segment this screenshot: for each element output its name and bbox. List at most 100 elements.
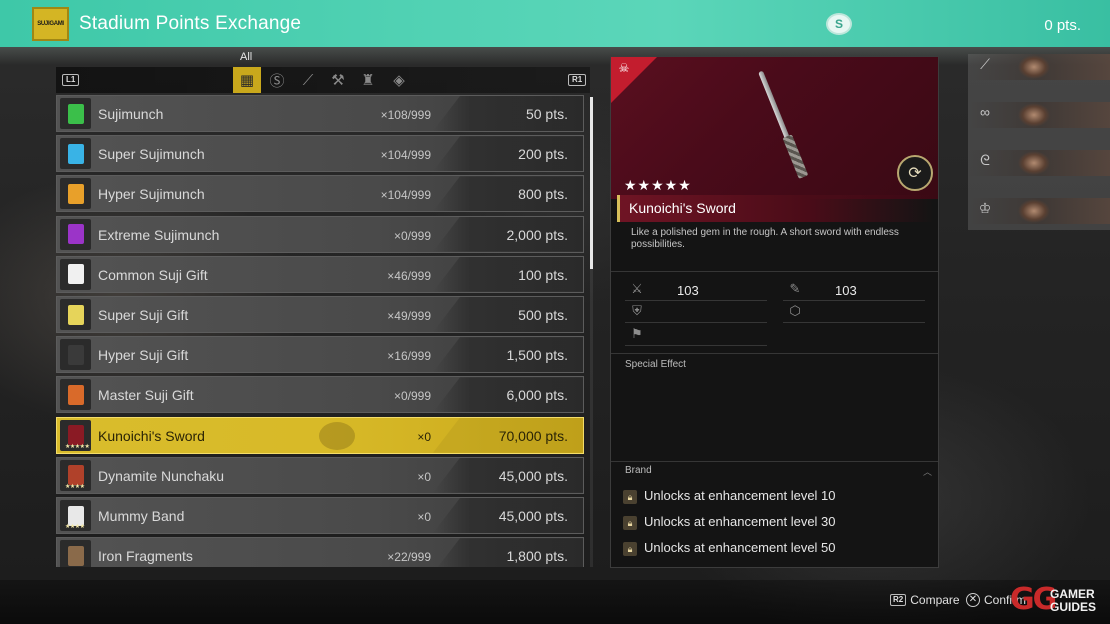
item-quantity: ×16/999 bbox=[387, 349, 431, 364]
weapon-type-icon: ⟳ bbox=[897, 155, 933, 191]
gem-icon: ◈ bbox=[393, 72, 405, 89]
item-thumbnail bbox=[60, 540, 91, 567]
item-name: Iron Fragments bbox=[98, 548, 193, 565]
page-title: Stadium Points Exchange bbox=[79, 13, 302, 34]
compare-hint[interactable]: R2 Compare bbox=[890, 593, 960, 607]
item-price: 1,800 pts. bbox=[506, 548, 569, 565]
item-quantity: ×108/999 bbox=[380, 108, 431, 122]
tab-all[interactable]: ▦ bbox=[233, 67, 261, 93]
item-thumbnail: ★★★★★ bbox=[60, 419, 91, 451]
shield-icon: ⛨ bbox=[632, 303, 642, 318]
item-thumbnail bbox=[60, 258, 91, 290]
attack-sword-icon: ⚔ bbox=[631, 281, 643, 296]
item-name: Super Suji Gift bbox=[98, 307, 189, 323]
item-thumbnail bbox=[60, 379, 91, 411]
item-thumbnail bbox=[60, 98, 91, 129]
item-quantity: ×0 bbox=[417, 510, 431, 524]
item-price: 50 pts. bbox=[525, 106, 568, 122]
list-item[interactable]: Master Suji Gift ×0/999 6,000 pts. bbox=[56, 376, 584, 414]
list-item[interactable]: Common Suji Gift ×46/999 100 pts. bbox=[56, 255, 584, 293]
gamer-guides-watermark: GG GAMER GUIDES bbox=[1010, 580, 1110, 620]
item-name: Mummy Band bbox=[98, 508, 185, 524]
cross-button-icon: ✕ bbox=[966, 593, 980, 607]
party-member-1[interactable]: ⟋ bbox=[968, 54, 1110, 80]
item-list: Sujimunch ×108/999 50 pts. Super Sujimunch ×… bbox=[56, 95, 586, 567]
l1-button-hint[interactable]: L1 bbox=[62, 74, 80, 86]
list-item[interactable]: ★★★★ Mummy Band ×0 45,000 pts. bbox=[56, 497, 584, 534]
item-price: 800 pts. bbox=[518, 186, 568, 203]
avatar bbox=[1008, 102, 1060, 128]
item-title: Kunoichi's Sword bbox=[629, 200, 736, 216]
rarity-stars: ★★★★★ bbox=[624, 177, 692, 193]
scrollbar-thumb[interactable] bbox=[590, 97, 593, 269]
sujigami-logo: SUJIGAMI bbox=[32, 7, 69, 41]
rarity-stars: ★★★★ bbox=[65, 524, 85, 530]
item-price: 200 pts. bbox=[518, 146, 568, 163]
tab-items[interactable]: ♜ bbox=[354, 67, 382, 93]
avatar bbox=[1008, 198, 1060, 224]
divider bbox=[611, 353, 938, 354]
list-item[interactable]: Hyper Suji Gift ×16/999 1,500 pts. bbox=[56, 336, 584, 374]
special-effect-label: Special Effect bbox=[625, 359, 686, 370]
sword-icon: ⟋ bbox=[302, 71, 314, 89]
item-quantity: ×49/999 bbox=[387, 309, 431, 323]
item-description: Like a polished gem in the rough. A shor… bbox=[631, 227, 899, 250]
item-name: Master Suji Gift bbox=[98, 387, 194, 404]
list-item[interactable]: Super Suji Gift ×49/999 500 pts. bbox=[56, 296, 584, 333]
crown-icon: ♔ bbox=[978, 200, 992, 216]
selected-emblem bbox=[319, 421, 355, 450]
avatar bbox=[1008, 54, 1060, 80]
item-name: Hyper Sujimunch bbox=[98, 186, 205, 203]
list-item[interactable]: Extreme Sujimunch ×0/999 2,000 pts. bbox=[56, 215, 584, 253]
tab-weapons[interactable]: ⟋ bbox=[294, 67, 322, 93]
tab-suji[interactable]: Ⓢ bbox=[263, 67, 291, 93]
stat-speed: ⚑ bbox=[625, 324, 767, 346]
r2-key-icon: R2 bbox=[890, 594, 907, 606]
rarity-stars: ★★★★ bbox=[65, 483, 85, 490]
tab-tools[interactable]: ⚒ bbox=[324, 67, 352, 93]
item-thumbnail: ★★★★ bbox=[60, 459, 91, 491]
item-quantity: ×0 bbox=[417, 429, 431, 444]
item-quantity: ×22/999 bbox=[387, 550, 431, 565]
item-price: 500 pts. bbox=[518, 307, 568, 323]
party-member-3[interactable]: ᘓ bbox=[968, 150, 1110, 176]
brand-label: Brand bbox=[625, 465, 652, 476]
item-price: 2,000 pts. bbox=[506, 226, 569, 243]
item-quantity: ×0 bbox=[417, 469, 431, 484]
stat-hex: ⬡ bbox=[783, 301, 925, 323]
lock-icon: 🔒︎ bbox=[623, 516, 637, 530]
list-item[interactable]: Sujimunch ×108/999 50 pts. bbox=[56, 95, 584, 132]
list-item[interactable]: ★★★★★ Kunoichi's Sword ×0 70,000 pts. bbox=[56, 416, 584, 454]
hammer-icon: ⚒ bbox=[331, 72, 345, 89]
wrench-icon: ✎ bbox=[789, 281, 801, 296]
list-item[interactable]: Super Sujimunch ×104/999 200 pts. bbox=[56, 135, 584, 173]
item-name: Hyper Suji Gift bbox=[98, 347, 189, 364]
stat-durability-value: 103 bbox=[835, 283, 857, 298]
divider bbox=[611, 461, 938, 462]
chevron-up-icon[interactable]: ︿ bbox=[923, 465, 932, 478]
party-member-4[interactable]: ♔ bbox=[968, 198, 1110, 224]
item-name: Sujimunch bbox=[98, 106, 164, 122]
item-quantity: ×0/999 bbox=[393, 389, 431, 404]
item-quantity: ×104/999 bbox=[380, 188, 431, 203]
stat-durability: ✎ 103 bbox=[783, 279, 925, 301]
item-thumbnail bbox=[60, 339, 91, 371]
ninja-icon: ☠ bbox=[618, 61, 630, 75]
list-item[interactable]: Iron Fragments ×22/999 1,800 pts. bbox=[56, 537, 584, 567]
list-item[interactable]: Hyper Sujimunch ×104/999 800 pts. bbox=[56, 175, 584, 213]
r1-button-hint[interactable]: R1 bbox=[568, 74, 587, 86]
stat-attack: ⚔ 103 bbox=[625, 279, 767, 301]
item-quantity: ×0/999 bbox=[393, 228, 431, 243]
item-price: 6,000 pts. bbox=[506, 387, 569, 404]
item-name: Extreme Sujimunch bbox=[98, 226, 220, 243]
tab-valuables[interactable]: ◈ bbox=[385, 67, 413, 93]
header-shadow bbox=[0, 47, 1110, 65]
item-thumbnail bbox=[60, 138, 91, 170]
party-member-2[interactable]: ∞ bbox=[968, 102, 1110, 128]
item-name: Dynamite Nunchaku bbox=[98, 467, 225, 484]
active-tab-label: All bbox=[240, 51, 253, 63]
unlock-text: Unlocks at enhancement level 30 bbox=[644, 514, 836, 529]
kunoichi-sword-image bbox=[752, 68, 815, 185]
list-item[interactable]: ★★★★ Dynamite Nunchaku ×0 45,000 pts. bbox=[56, 456, 584, 494]
stat-defense: ⛨ bbox=[625, 301, 767, 323]
